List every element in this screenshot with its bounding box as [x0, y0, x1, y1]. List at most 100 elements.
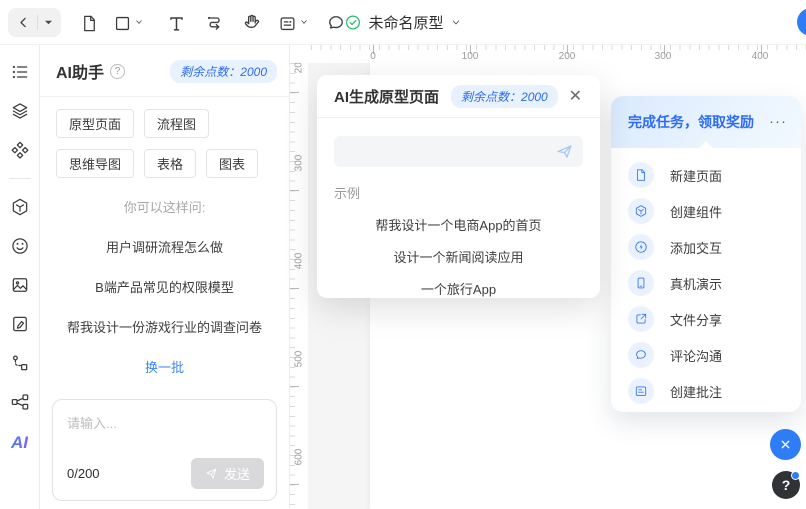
- list-icon: [10, 62, 30, 82]
- chat-input[interactable]: 请输入...: [67, 413, 262, 432]
- components-button[interactable]: [7, 137, 33, 163]
- suggestion-item[interactable]: 帮我设计一份游戏行业的调查问卷: [40, 317, 289, 336]
- suggestion-item[interactable]: 用户调研流程怎么做: [40, 237, 289, 256]
- more-options-icon[interactable]: ···: [769, 117, 787, 127]
- tag-mindmap[interactable]: 思维导图: [56, 149, 134, 178]
- refresh-suggestions-link[interactable]: 换一批: [40, 357, 289, 376]
- tag-table[interactable]: 表格: [144, 149, 196, 178]
- components-icon: [10, 140, 30, 160]
- hand-icon: [242, 13, 262, 33]
- ruler-label: 600: [294, 449, 305, 466]
- layers-icon: [10, 101, 30, 121]
- modal-header: AI生成原型页面 剩余点数：2000 ✕: [317, 75, 600, 117]
- share-plugin-button[interactable]: [7, 389, 33, 415]
- tag-flowchart[interactable]: 流程图: [144, 109, 209, 138]
- template-pen-icon: [10, 314, 30, 334]
- dismiss-tasks-button[interactable]: [770, 429, 801, 460]
- document-title[interactable]: 未命名原型: [368, 12, 443, 33]
- divider: [37, 15, 38, 30]
- left-icon-rail: AI: [0, 45, 40, 509]
- tasks-rewards-panel: 完成任务，领取奖励 ··· 新建页面 创建组件 添加交互 真机演示 文件: [611, 96, 801, 412]
- chevron-left-icon[interactable]: [16, 15, 31, 30]
- text-icon: [167, 14, 186, 33]
- example-item[interactable]: 一个旅行App: [317, 279, 600, 298]
- ai-generate-modal: AI生成原型页面 剩余点数：2000 ✕ 示例 帮我设计一个电商App的首页 设…: [317, 75, 600, 298]
- modal-title: AI生成原型页面: [334, 86, 439, 107]
- task-device-preview[interactable]: 真机演示: [611, 265, 801, 301]
- task-label: 创建批注: [670, 382, 722, 401]
- device-preview-icon: [628, 270, 654, 296]
- tag-chart[interactable]: 图表: [206, 149, 258, 178]
- ruler-label: 100: [462, 51, 479, 62]
- pages-list-button[interactable]: [7, 59, 33, 85]
- back-dropdown-caret-icon[interactable]: [44, 19, 53, 26]
- image-button[interactable]: [7, 272, 33, 298]
- ai-assistant-button[interactable]: AI: [7, 428, 33, 454]
- send-label: 发送: [224, 464, 250, 483]
- tag-prototype-page[interactable]: 原型页面: [56, 109, 134, 138]
- saved-check-icon: [344, 14, 361, 31]
- flow-nodes-icon: [10, 353, 30, 373]
- example-item[interactable]: 帮我设计一个电商App的首页: [317, 215, 600, 234]
- chat-input-card[interactable]: 请输入... 0/200 发送: [52, 399, 277, 501]
- template-button[interactable]: [7, 311, 33, 337]
- connector-tool-button[interactable]: [201, 9, 229, 37]
- hexagon-component-icon: [10, 197, 30, 217]
- task-create-annotation[interactable]: 创建批注: [611, 373, 801, 409]
- back-button-group[interactable]: [8, 8, 61, 37]
- annotation-tool-button[interactable]: [273, 9, 301, 37]
- share-nodes-icon: [10, 392, 30, 412]
- tasks-list: 新建页面 创建组件 添加交互 真机演示 文件分享 评论沟通: [611, 148, 801, 409]
- points-badge: 剩余点数：2000: [170, 60, 277, 83]
- task-create-component[interactable]: 创建组件: [611, 193, 801, 229]
- divider: [317, 117, 600, 118]
- chat-input-footer: 0/200 发送: [67, 458, 264, 489]
- app-window: 未命名原型: [0, 0, 806, 509]
- text-tool-button[interactable]: [162, 9, 190, 37]
- help-icon[interactable]: ?: [110, 64, 125, 79]
- comment-bubble-icon: [326, 13, 346, 33]
- send-button[interactable]: 发送: [191, 458, 264, 489]
- hand-tool-button[interactable]: [238, 9, 266, 37]
- close-icon[interactable]: ✕: [565, 87, 586, 107]
- task-add-interaction[interactable]: 添加交互: [611, 229, 801, 265]
- example-item[interactable]: 设计一个新闻阅读应用: [317, 247, 600, 266]
- emoji-button[interactable]: [7, 233, 33, 259]
- component-icon: [628, 198, 654, 224]
- ruler-corner: [290, 45, 308, 63]
- layers-button[interactable]: [7, 98, 33, 124]
- new-page-tool-button[interactable]: [75, 9, 103, 37]
- annotation-icon: [628, 378, 654, 404]
- frame-tool-button[interactable]: [108, 9, 136, 37]
- char-counter: 0/200: [67, 466, 100, 481]
- tasks-panel-title: 完成任务，领取奖励: [628, 112, 754, 132]
- annotation-dropdown-caret-icon[interactable]: [299, 18, 309, 26]
- ruler-label: 0: [370, 51, 376, 62]
- ruler-label: 500: [294, 351, 305, 368]
- task-new-page[interactable]: 新建页面: [611, 157, 801, 193]
- ai-assistant-panel: AI助手 ? 剩余点数：2000 原型页面 流程图 思维导图 表格 图表 你可以…: [40, 45, 290, 509]
- frame-icon: [113, 14, 132, 33]
- ruler-label: 300: [294, 155, 305, 172]
- resources-button[interactable]: [7, 194, 33, 220]
- suggestion-item[interactable]: B端产品常见的权限模型: [40, 277, 289, 296]
- generate-prompt-input[interactable]: [334, 136, 583, 167]
- question-mark-icon: ?: [782, 477, 791, 493]
- flow-button[interactable]: [7, 350, 33, 376]
- frame-dropdown-caret-icon[interactable]: [134, 18, 144, 26]
- title-dropdown-caret-icon[interactable]: [451, 18, 462, 27]
- user-avatar[interactable]: [797, 8, 806, 36]
- ai-panel-header: AI助手 ? 剩余点数：2000: [40, 45, 289, 96]
- ask-hint: 你可以这样问:: [40, 197, 289, 216]
- task-file-share[interactable]: 文件分享: [611, 301, 801, 337]
- task-comment[interactable]: 评论沟通: [611, 337, 801, 373]
- connector-icon: [205, 13, 225, 33]
- send-plane-icon[interactable]: [555, 142, 574, 161]
- interaction-icon: [628, 234, 654, 260]
- image-icon: [10, 275, 30, 295]
- ai-logo: AI: [11, 433, 28, 453]
- page-icon: [80, 14, 99, 33]
- task-label: 评论沟通: [670, 346, 722, 365]
- document-title-group[interactable]: 未命名原型: [344, 0, 461, 45]
- help-fab-button[interactable]: ?: [772, 471, 800, 499]
